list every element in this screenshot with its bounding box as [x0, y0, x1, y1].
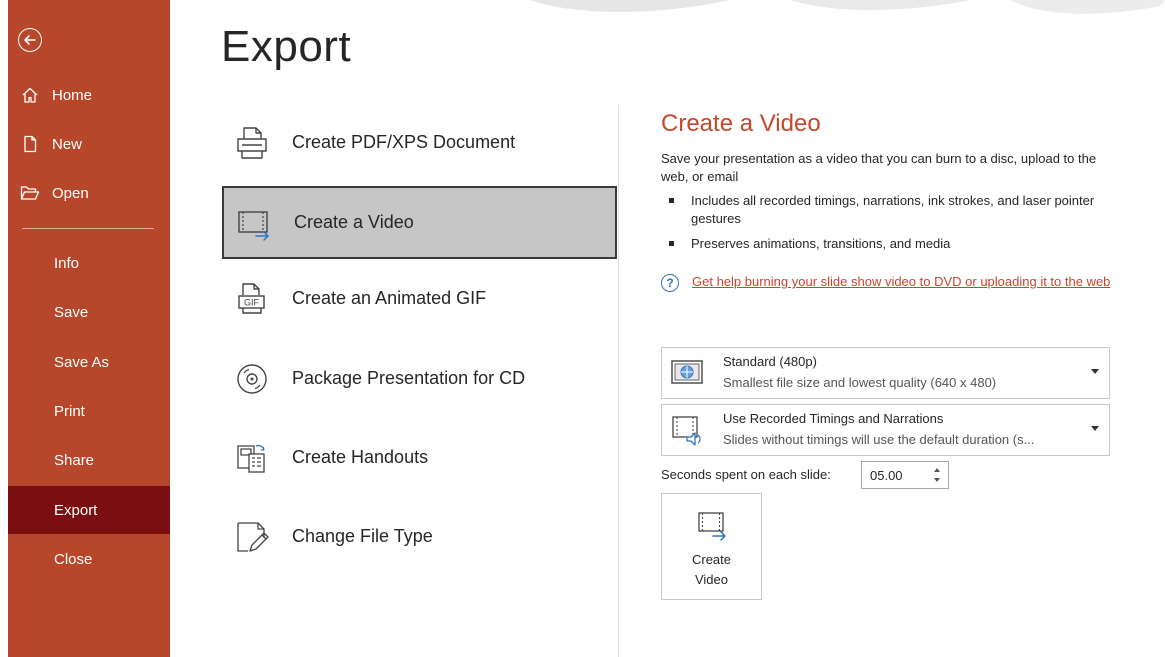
feature-list: Includes all recorded timings, narration… [661, 192, 1121, 260]
sidebar-item-home[interactable]: Home [8, 71, 170, 119]
home-icon [20, 85, 40, 105]
dropdown-sub-text: Smallest file size and lowest quality (6… [723, 375, 997, 390]
pane-description: Save your presentation as a video that y… [661, 151, 1097, 184]
sidebar-item-print[interactable]: Print [8, 387, 170, 435]
create-video-label-line2: Video [694, 572, 728, 587]
seconds-per-slide-stepper[interactable]: 05.00 [861, 461, 949, 489]
chevron-down-icon [1091, 426, 1099, 431]
sidebar-item-label: Save [54, 303, 89, 321]
pdf-printer-icon [232, 123, 272, 163]
create-video-label-line1: Create [691, 552, 732, 567]
sidebar-item-label: New [52, 135, 83, 153]
page-title: Export [221, 22, 352, 71]
timings-narration-icon [668, 413, 706, 447]
dropdown-main-text: Use Recorded Timings and Narrations [723, 411, 944, 426]
spin-up-icon[interactable] [934, 468, 940, 472]
timings-dropdown[interactable]: Use Recorded Timings and Narrations Slid… [661, 404, 1110, 456]
help-row: ? Get help burning your slide show video… [661, 273, 1121, 292]
export-option-video[interactable]: Create a Video [222, 186, 617, 259]
export-option-handouts[interactable]: Create Handouts [222, 421, 617, 494]
gif-icon: GIF [232, 279, 272, 319]
decorative-banner [170, 0, 1165, 20]
sidebar-item-open[interactable]: Open [8, 169, 170, 217]
sidebar-item-label: Info [54, 254, 80, 272]
export-option-change-file-type[interactable]: Change File Type [222, 500, 617, 573]
option-label: Create a Video [294, 212, 414, 232]
sidebar-item-label: Print [54, 402, 85, 420]
sidebar-item-close[interactable]: Close [8, 535, 170, 583]
svg-text:GIF: GIF [244, 297, 260, 307]
help-link[interactable]: Get help burning your slide show video t… [692, 273, 1110, 292]
feature-bullet: Includes all recorded timings, narration… [661, 192, 1121, 228]
export-option-pdf-xps[interactable]: Create PDF/XPS Document [222, 106, 617, 179]
video-quality-dropdown[interactable]: Standard (480p) Smallest file size and l… [661, 347, 1110, 399]
help-question-icon: ? [661, 274, 679, 292]
video-icon [234, 203, 274, 243]
sidebar-item-info[interactable]: Info [8, 239, 170, 287]
create-video-button[interactable]: Create Video [661, 493, 762, 600]
dropdown-sub-text: Slides without timings will use the defa… [723, 432, 1035, 447]
pane-title: Create a Video [661, 110, 821, 137]
sidebar-divider [22, 228, 154, 229]
backstage-sidebar: Home New Open Info Save Save As Print Sh… [8, 0, 170, 657]
sidebar-item-share[interactable]: Share [8, 436, 170, 484]
sidebar-item-export[interactable]: Export [8, 486, 170, 534]
option-label: Create Handouts [292, 447, 429, 467]
feature-bullet: Preserves animations, transitions, and m… [661, 235, 1121, 253]
option-label: Create an Animated GIF [292, 288, 487, 308]
back-arrow-circle-icon[interactable] [18, 28, 42, 52]
sidebar-item-label: Open [52, 184, 89, 202]
sidebar-item-label: Close [54, 550, 93, 568]
create-video-label: Create Video [662, 550, 761, 590]
folder-open-icon [20, 183, 40, 203]
sidebar-item-new[interactable]: New [8, 120, 170, 168]
sidebar-item-label: Save As [54, 353, 110, 371]
sidebar-item-save-as[interactable]: Save As [8, 338, 170, 386]
handouts-icon [232, 438, 272, 478]
dropdown-main-text: Standard (480p) [723, 354, 817, 369]
sidebar-item-label: Share [54, 451, 95, 469]
seconds-per-slide-label: Seconds spent on each slide: [661, 467, 831, 482]
seconds-value[interactable]: 05.00 [870, 468, 903, 483]
pane-divider [618, 105, 619, 657]
sidebar-item-label: Home [52, 86, 93, 104]
sidebar-item-label: Export [54, 501, 98, 519]
option-label: Package Presentation for CD [292, 368, 526, 388]
option-label: Create PDF/XPS Document [292, 132, 516, 152]
change-file-type-icon [232, 517, 272, 557]
video-quality-icon [668, 356, 706, 390]
cd-icon [232, 359, 272, 399]
sidebar-item-save[interactable]: Save [8, 288, 170, 336]
chevron-down-icon [1091, 369, 1099, 374]
spin-down-icon[interactable] [934, 478, 940, 482]
new-document-icon [20, 134, 40, 154]
export-option-animated-gif[interactable]: GIF Create an Animated GIF [222, 262, 617, 335]
video-icon [696, 510, 728, 542]
export-option-package-cd[interactable]: Package Presentation for CD [222, 342, 617, 415]
option-label: Change File Type [292, 526, 433, 546]
